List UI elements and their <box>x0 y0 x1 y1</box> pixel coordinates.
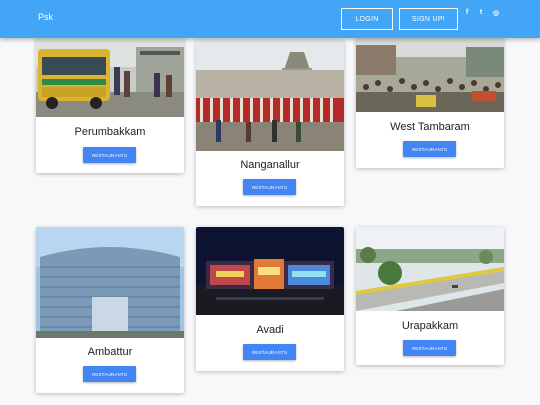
location-name: Avadi <box>256 324 284 336</box>
instagram-icon[interactable]: ◎ <box>491 9 501 17</box>
top-navbar: Psk LOGIN SIGN UP! f t ◎ <box>0 0 540 38</box>
login-button[interactable]: LOGIN <box>341 8 393 30</box>
location-card: Nanganallur RESTAURANTS <box>196 40 344 206</box>
location-photo <box>196 40 344 151</box>
location-name: Urapakkam <box>401 320 459 332</box>
location-card: West Tambaram RESTAURANTS <box>356 37 504 168</box>
location-photo <box>196 227 344 315</box>
restaurants-button[interactable]: RESTAURANTS <box>243 179 296 195</box>
restaurants-button[interactable]: RESTAURANTS <box>83 366 136 382</box>
location-photo <box>356 227 504 311</box>
restaurants-button[interactable]: RESTAURANTS <box>83 147 136 163</box>
location-name: Ambattur <box>87 346 133 358</box>
location-name: Perumbakkam <box>74 126 146 138</box>
location-card: Urapakkam RESTAURANTS <box>356 227 504 365</box>
location-card: Avadi RESTAURANTS <box>196 227 344 371</box>
twitter-icon[interactable]: t <box>476 9 486 16</box>
signup-button[interactable]: SIGN UP! <box>399 8 458 30</box>
location-photo <box>36 227 184 338</box>
location-name: Nanganallur <box>240 159 300 171</box>
location-photo <box>356 37 504 112</box>
brand-logo[interactable]: Psk <box>38 12 53 22</box>
restaurants-button[interactable]: RESTAURANTS <box>243 344 296 360</box>
location-name: West Tambaram <box>390 121 470 133</box>
location-photo <box>36 37 184 117</box>
location-card: Perumbakkam RESTAURANTS <box>36 37 184 173</box>
restaurants-button[interactable]: RESTAURANTS <box>403 340 456 356</box>
location-card: Ambattur RESTAURANTS <box>36 227 184 393</box>
facebook-icon[interactable]: f <box>462 9 472 16</box>
restaurants-button[interactable]: RESTAURANTS <box>403 141 456 157</box>
